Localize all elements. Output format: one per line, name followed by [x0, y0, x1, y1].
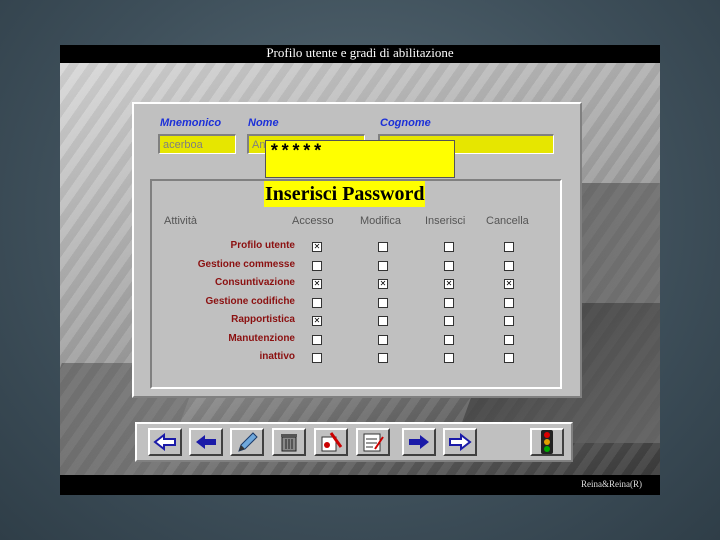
- edit-button[interactable]: [230, 428, 264, 456]
- accesso-checkbox[interactable]: [312, 353, 322, 363]
- cancella-checkbox[interactable]: [504, 353, 514, 363]
- next-record-button[interactable]: [402, 428, 436, 456]
- inserisci-checkbox[interactable]: [444, 316, 454, 326]
- accesso-checkbox[interactable]: ✕: [312, 316, 322, 326]
- col-header-cancella: Cancella: [486, 215, 529, 227]
- password-prompt: Inserisci Password: [264, 181, 426, 207]
- back-outline-arrow-icon: [153, 433, 176, 451]
- trash-icon: [281, 434, 297, 452]
- cancella-checkbox[interactable]: [504, 316, 514, 326]
- clear-form-button[interactable]: [314, 428, 348, 456]
- col-header-attivita: Attività: [164, 215, 198, 227]
- nome-label: Nome: [248, 117, 279, 129]
- cancella-checkbox[interactable]: [504, 334, 514, 345]
- accesso-checkbox[interactable]: [312, 334, 322, 345]
- exit-button[interactable]: [530, 428, 564, 456]
- row-label: inattivo: [259, 351, 295, 362]
- col-header-modifica: Modifica: [360, 215, 401, 227]
- row-label: Rapportistica: [231, 314, 295, 325]
- first-record-button[interactable]: [148, 428, 182, 456]
- mnemonico-field[interactable]: acerboa: [158, 134, 236, 154]
- mnemonico-label: Mnemonico: [160, 117, 222, 129]
- traffic-light-icon: [541, 430, 553, 454]
- modifica-checkbox[interactable]: [378, 353, 388, 363]
- modifica-checkbox[interactable]: [378, 260, 388, 271]
- modifica-checkbox[interactable]: [378, 334, 388, 345]
- inserisci-checkbox[interactable]: [444, 242, 454, 252]
- permissions-grid: Attività Accesso Modifica Inserisci Canc…: [150, 179, 562, 389]
- row-label: Profilo utente: [230, 240, 295, 251]
- delete-button[interactable]: [272, 428, 306, 456]
- row-label: Consuntivazione: [214, 277, 295, 288]
- col-header-accesso: Accesso: [292, 215, 334, 227]
- cognome-label: Cognome: [380, 117, 431, 129]
- accesso-checkbox[interactable]: ✕: [312, 242, 322, 252]
- cancella-checkbox[interactable]: [504, 297, 514, 308]
- inserisci-checkbox[interactable]: [444, 334, 454, 345]
- inserisci-checkbox[interactable]: ✕: [444, 279, 454, 289]
- row-label: Manutenzione: [228, 332, 295, 344]
- inserisci-checkbox[interactable]: [444, 260, 454, 271]
- accesso-checkbox[interactable]: [312, 297, 322, 308]
- clear-form-icon: [321, 432, 343, 452]
- bottom-toolbar: [135, 422, 573, 462]
- accesso-checkbox[interactable]: ✕: [312, 279, 322, 289]
- cancella-checkbox[interactable]: ✕: [504, 279, 514, 289]
- modifica-checkbox[interactable]: [378, 316, 388, 326]
- modifica-checkbox[interactable]: [378, 297, 388, 308]
- password-input[interactable]: *****: [265, 140, 455, 178]
- cancella-checkbox[interactable]: [504, 242, 514, 252]
- row-label: Gestione commesse: [197, 258, 295, 270]
- inserisci-checkbox[interactable]: [444, 353, 454, 363]
- inserisci-checkbox[interactable]: [444, 297, 454, 308]
- accesso-checkbox[interactable]: [312, 260, 322, 271]
- modifica-checkbox[interactable]: [378, 242, 388, 252]
- back-arrow-icon: [196, 435, 216, 449]
- form-edit-button[interactable]: [356, 428, 390, 456]
- forward-outline-arrow-icon: [449, 433, 472, 451]
- modifica-checkbox[interactable]: ✕: [378, 279, 388, 289]
- cancella-checkbox[interactable]: [504, 260, 514, 271]
- footer-bar: Reina&Reina(R): [60, 475, 660, 495]
- app-window: Profilo utente e gradi di abilitazione R…: [60, 45, 660, 495]
- form-edit-icon: [363, 433, 384, 452]
- forward-arrow-icon: [409, 435, 429, 449]
- previous-record-button[interactable]: [189, 428, 223, 456]
- row-label: Gestione codifiche: [205, 295, 295, 307]
- window-title: Profilo utente e gradi di abilitazione: [60, 45, 660, 63]
- last-record-button[interactable]: [443, 428, 477, 456]
- pencil-icon: [238, 432, 258, 452]
- col-header-inserisci: Inserisci: [425, 215, 466, 227]
- copyright-text: Reina&Reina(R): [581, 479, 642, 489]
